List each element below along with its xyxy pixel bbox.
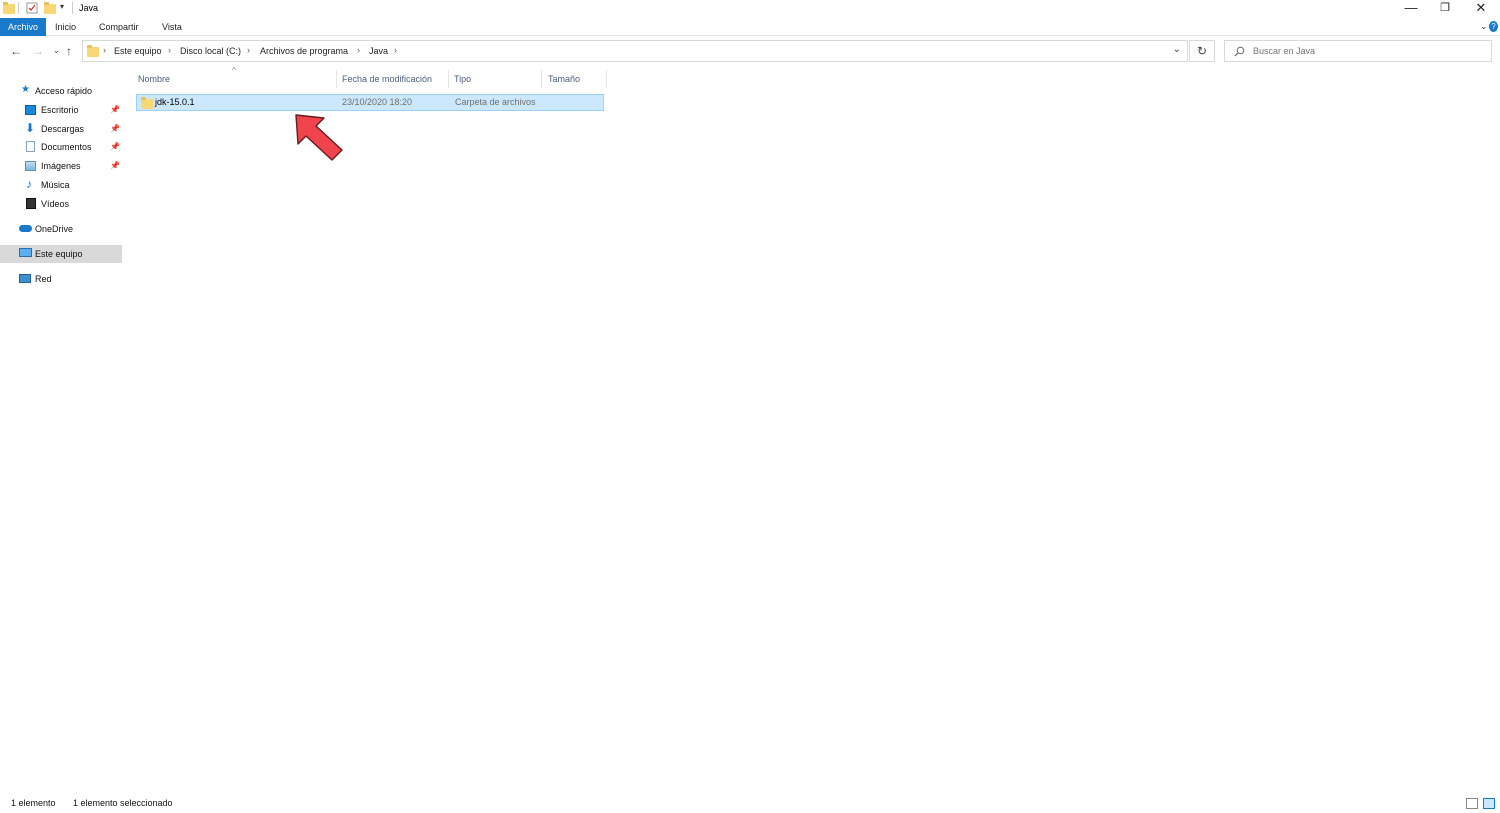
breadcrumb-local-disk[interactable]: Disco local (C:) xyxy=(180,46,241,56)
sidebar-item-downloads[interactable]: ⬇ Descargas 📌 xyxy=(0,120,122,138)
help-icon[interactable]: ? xyxy=(1489,21,1498,32)
breadcrumb-this-pc[interactable]: Este equipo xyxy=(114,46,162,56)
breadcrumb-java[interactable]: Java xyxy=(369,46,388,56)
properties-icon[interactable] xyxy=(26,2,38,14)
up-arrow-icon[interactable]: ↑ xyxy=(66,44,72,58)
sidebar-item-label: Escritorio xyxy=(41,105,79,115)
sidebar-item-videos[interactable]: Vídeos xyxy=(0,195,122,213)
computer-icon xyxy=(19,248,32,257)
tab-view[interactable]: Vista xyxy=(154,18,190,36)
item-count: 1 elemento xyxy=(11,798,56,808)
cloud-icon xyxy=(19,225,32,232)
pictures-icon xyxy=(25,161,36,171)
navigation-bar: ← → ⌄ ↑ › Este equipo › Disco local (C:)… xyxy=(0,38,1500,66)
document-icon xyxy=(26,141,35,152)
breadcrumb-program-files[interactable]: Archivos de programa xyxy=(260,46,348,56)
sidebar-item-label: Este equipo xyxy=(35,249,83,259)
pin-icon[interactable]: 📌 xyxy=(110,157,120,175)
address-history-icon[interactable]: ⌄ xyxy=(1173,44,1181,55)
sidebar-item-network[interactable]: Red xyxy=(0,270,122,288)
sidebar-item-label: Red xyxy=(35,274,52,284)
sidebar-item-label: Música xyxy=(41,180,70,190)
folder-icon xyxy=(3,2,15,14)
pin-icon[interactable]: 📌 xyxy=(110,138,120,156)
refresh-button[interactable]: ↻ xyxy=(1189,40,1215,62)
file-type: Carpeta de archivos xyxy=(455,97,536,107)
star-icon: ★ xyxy=(21,84,30,95)
address-bar[interactable]: › Este equipo › Disco local (C:) › Archi… xyxy=(82,40,1188,62)
status-bar: 1 elemento 1 elemento seleccionado xyxy=(0,795,1500,813)
navigation-pane: ★ Acceso rápido Escritorio 📌 ⬇ Descargas… xyxy=(0,72,130,794)
details-view-button[interactable] xyxy=(1466,798,1478,809)
search-box[interactable] xyxy=(1224,40,1492,62)
title-bar: ▾ Java — ❐ ✕ xyxy=(0,0,1500,18)
expand-ribbon-icon[interactable]: ⌄ xyxy=(1480,21,1488,32)
sidebar-item-quick-access[interactable]: ★ Acceso rápido xyxy=(0,82,122,100)
table-row[interactable]: jdk-15.0.1 23/10/2020 18:20 Carpeta de a… xyxy=(136,94,604,111)
divider xyxy=(72,2,73,14)
refresh-icon: ↻ xyxy=(1196,44,1208,58)
film-icon xyxy=(26,198,36,209)
annotation-arrow-icon xyxy=(295,114,343,161)
breadcrumb-separator[interactable]: › xyxy=(103,45,106,55)
search-input[interactable] xyxy=(1253,44,1483,58)
divider xyxy=(18,2,19,14)
column-header-modified[interactable]: Fecha de modificación xyxy=(339,70,449,88)
back-arrow-icon[interactable]: ← xyxy=(10,44,22,58)
column-header-type[interactable]: Tipo xyxy=(451,70,542,88)
sidebar-item-desktop[interactable]: Escritorio 📌 xyxy=(0,101,122,119)
tab-file[interactable]: Archivo xyxy=(0,18,47,36)
sidebar-item-label: Descargas xyxy=(41,124,85,134)
network-icon xyxy=(19,274,31,283)
sidebar-item-label: Acceso rápido xyxy=(35,86,93,96)
forward-arrow-icon[interactable]: → xyxy=(32,44,44,58)
restore-button[interactable]: ❐ xyxy=(1428,0,1462,18)
recent-locations-icon[interactable]: ⌄ xyxy=(53,46,60,55)
file-modified: 23/10/2020 18:20 xyxy=(342,97,413,107)
breadcrumb-separator[interactable]: › xyxy=(168,45,171,55)
sidebar-item-pictures[interactable]: Imágenes 📌 xyxy=(0,157,122,175)
tab-home[interactable]: Inicio xyxy=(47,18,84,36)
window-title: Java xyxy=(79,3,99,13)
sidebar-item-label: Imágenes xyxy=(41,161,81,171)
ribbon-tabs: Archivo Inicio Compartir Vista ⌄ ? xyxy=(0,18,1500,36)
new-folder-icon[interactable] xyxy=(44,2,56,14)
column-header-size[interactable]: Tamaño xyxy=(545,70,607,88)
sidebar-item-documents[interactable]: Documentos 📌 xyxy=(0,138,122,156)
download-arrow-icon: ⬇ xyxy=(25,121,36,135)
sidebar-item-this-pc[interactable]: Este equipo xyxy=(0,245,122,263)
customize-quick-access-icon[interactable]: ▾ xyxy=(60,2,64,11)
sidebar-item-music[interactable]: ♪ Música xyxy=(0,176,122,194)
sidebar-item-label: OneDrive xyxy=(35,224,74,234)
breadcrumb-separator[interactable]: › xyxy=(394,45,397,55)
file-name[interactable]: jdk-15.0.1 xyxy=(155,95,195,110)
sidebar-item-label: Vídeos xyxy=(41,199,70,209)
selection-count: 1 elemento seleccionado xyxy=(73,798,173,808)
minimize-button[interactable]: — xyxy=(1394,0,1428,18)
tab-share[interactable]: Compartir xyxy=(91,18,147,36)
column-header-name[interactable]: Nombre xyxy=(135,70,337,88)
sidebar-item-label: Documentos xyxy=(41,142,92,152)
breadcrumb-separator[interactable]: › xyxy=(247,45,250,55)
desktop-icon xyxy=(25,105,36,115)
breadcrumb-separator[interactable]: › xyxy=(357,45,360,55)
pin-icon[interactable]: 📌 xyxy=(110,101,120,119)
large-icons-view-button[interactable] xyxy=(1483,798,1495,809)
pin-icon[interactable]: 📌 xyxy=(110,120,120,138)
sidebar-item-onedrive[interactable]: OneDrive xyxy=(0,220,122,238)
close-button[interactable]: ✕ xyxy=(1464,0,1498,18)
search-icon xyxy=(1234,46,1245,57)
music-note-icon: ♪ xyxy=(26,177,32,191)
